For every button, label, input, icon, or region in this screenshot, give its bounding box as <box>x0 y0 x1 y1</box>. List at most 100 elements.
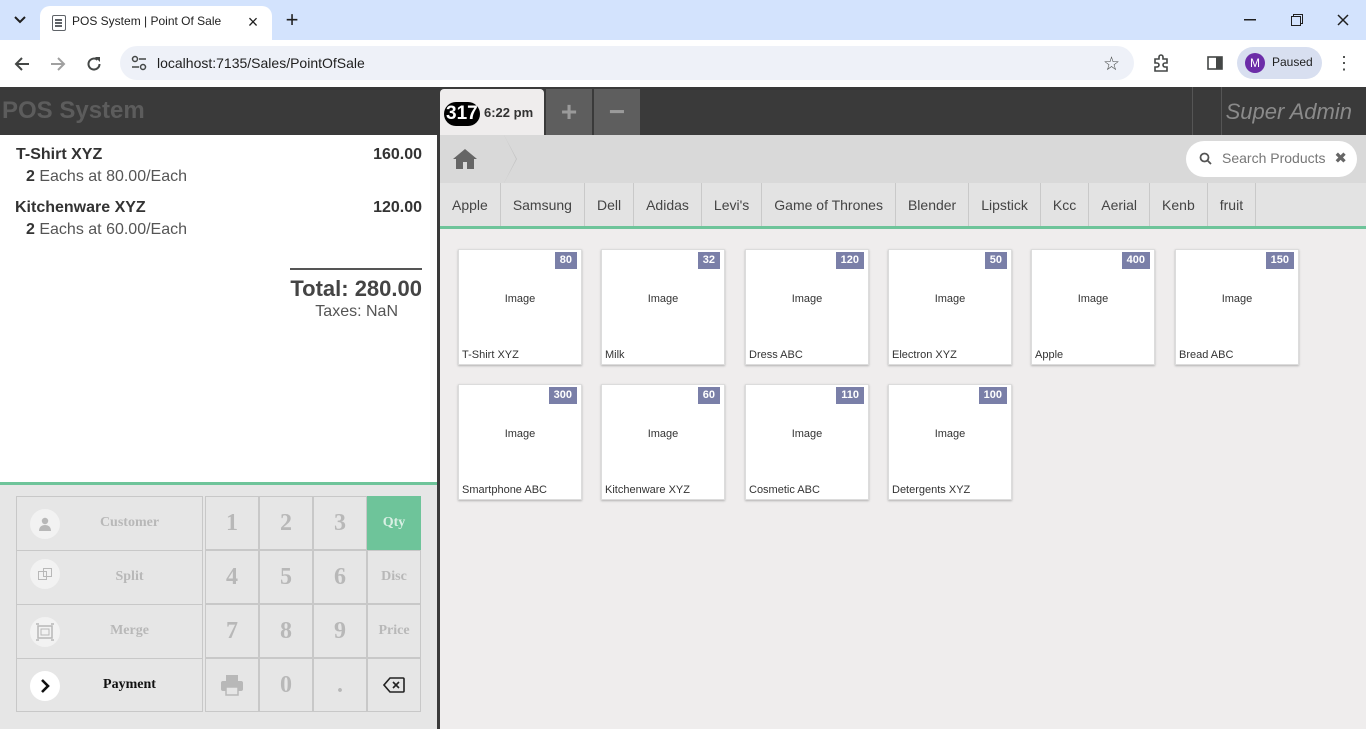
key-9[interactable]: 9 <box>313 604 367 658</box>
product-card[interactable]: 120 Image Dress ABC <box>745 249 869 365</box>
category-item[interactable]: Apple <box>440 183 501 226</box>
window-close-icon[interactable] <box>1323 6 1363 34</box>
category-item[interactable]: Adidas <box>634 183 702 226</box>
user-icon <box>30 509 60 539</box>
remove-order-button[interactable]: − <box>594 89 640 135</box>
category-item[interactable]: Samsung <box>501 183 585 226</box>
page-favicon-icon <box>52 15 66 31</box>
customer-button[interactable]: Customer <box>17 497 202 551</box>
split-button[interactable]: Split <box>17 551 202 605</box>
key-6[interactable]: 6 <box>313 550 367 604</box>
browser-tab[interactable]: POS System | Point Of Sale × <box>40 6 272 40</box>
reload-icon[interactable] <box>80 50 108 78</box>
key-3[interactable]: 3 <box>313 496 367 550</box>
category-item[interactable]: Kcc <box>1041 183 1090 226</box>
brand-name: POS System <box>2 97 145 124</box>
payment-label: Payment <box>103 677 156 692</box>
product-name: Milk <box>605 349 625 361</box>
category-item[interactable]: Aerial <box>1089 183 1151 226</box>
key-5[interactable]: 5 <box>259 550 313 604</box>
profile-button[interactable]: M Paused <box>1237 47 1322 79</box>
side-panel-icon[interactable] <box>1202 50 1228 76</box>
product-image-placeholder: Image <box>647 428 679 440</box>
line-qty-info: 2 Eachs at 60.00/Each <box>26 221 187 239</box>
product-card[interactable]: 80 Image T-Shirt XYZ <box>458 249 582 365</box>
minimize-icon[interactable] <box>1230 6 1270 34</box>
product-card[interactable]: 150 Image Bread ABC <box>1175 249 1299 365</box>
line-unit-info: Eachs at 80.00/Each <box>39 168 188 185</box>
category-item[interactable]: Lipstick <box>969 183 1041 226</box>
merge-frame-icon <box>30 617 60 647</box>
category-item[interactable]: Kenb <box>1150 183 1208 226</box>
key-4[interactable]: 4 <box>205 550 259 604</box>
bookmark-star-icon[interactable]: ☆ <box>1103 53 1120 76</box>
line-price: 120.00 <box>373 199 422 216</box>
disc-mode-button[interactable]: Disc <box>367 550 421 604</box>
clear-search-icon[interactable]: ✖ <box>1334 149 1347 167</box>
category-item[interactable]: Dell <box>585 183 635 226</box>
line-qty: 2 <box>26 168 35 185</box>
product-name: Smartphone ABC <box>462 484 547 496</box>
backspace-button[interactable] <box>367 658 421 712</box>
print-button[interactable] <box>205 658 259 712</box>
avatar: M <box>1245 53 1265 73</box>
home-breadcrumb[interactable] <box>440 135 517 183</box>
restore-icon[interactable] <box>1277 6 1317 34</box>
new-tab-plus-icon[interactable]: + <box>280 7 304 32</box>
category-item[interactable]: Blender <box>896 183 970 226</box>
split-label: Split <box>115 569 144 584</box>
key-2[interactable]: 2 <box>259 496 313 550</box>
key-decimal[interactable]: . <box>313 658 367 712</box>
order-taxes: Taxes: NaN <box>315 303 398 320</box>
qty-mode-button[interactable]: Qty <box>367 496 421 550</box>
search-input[interactable] <box>1222 150 1332 166</box>
product-name: Detergents XYZ <box>892 484 971 496</box>
extensions-puzzle-icon[interactable] <box>1148 50 1174 76</box>
product-card[interactable]: 110 Image Cosmetic ABC <box>745 384 869 500</box>
key-0[interactable]: 0 <box>259 658 313 712</box>
product-card[interactable]: 300 Image Smartphone ABC <box>458 384 582 500</box>
browser-menu-kebab-icon[interactable]: ⋮ <box>1332 50 1356 76</box>
product-card[interactable]: 100 Image Detergents XYZ <box>888 384 1012 500</box>
product-price-badge: 50 <box>984 252 1007 269</box>
line-price: 160.00 <box>373 146 422 163</box>
order-total: Total: 280.00 <box>290 276 422 301</box>
split-copy-icon <box>30 559 60 589</box>
back-arrow-icon[interactable] <box>8 50 36 78</box>
forward-arrow-icon[interactable] <box>44 50 72 78</box>
tab-search-chevron-icon[interactable] <box>8 8 32 32</box>
product-panel: 317 6:22 pm + − Super Admin ✖ Apple Sams… <box>440 87 1366 729</box>
product-image-placeholder: Image <box>1077 293 1109 305</box>
product-card[interactable]: 400 Image Apple <box>1031 249 1155 365</box>
product-image-placeholder: Image <box>934 428 966 440</box>
product-image-placeholder: Image <box>647 293 679 305</box>
order-lines: T-Shirt XYZ 160.00 2 Eachs at 80.00/Each… <box>0 135 438 483</box>
price-mode-button[interactable]: Price <box>367 604 421 658</box>
control-pad: Customer Split Merge Payment 1 2 3 Qty 4… <box>0 482 438 729</box>
category-item[interactable]: fruit <box>1208 183 1257 226</box>
product-card[interactable]: 32 Image Milk <box>601 249 725 365</box>
user-name[interactable]: Super Admin <box>1226 99 1352 125</box>
category-item[interactable]: Game of Thrones <box>762 183 896 226</box>
add-order-button[interactable]: + <box>546 89 592 135</box>
payment-button[interactable]: Payment <box>17 659 202 713</box>
key-7[interactable]: 7 <box>205 604 259 658</box>
product-card[interactable]: 50 Image Electron XYZ <box>888 249 1012 365</box>
site-info-icon[interactable] <box>130 54 148 72</box>
url-text[interactable]: localhost:7135/Sales/PointOfSale <box>157 55 365 71</box>
address-bar[interactable]: localhost:7135/Sales/PointOfSale ☆ <box>120 46 1134 80</box>
order-summary: Total: 280.00 Taxes: NaN <box>290 268 422 320</box>
product-card[interactable]: 60 Image Kitchenware XYZ <box>601 384 725 500</box>
product-image-placeholder: Image <box>504 293 536 305</box>
browser-tabstrip: POS System | Point Of Sale × + <box>0 0 1366 40</box>
backspace-icon <box>383 677 405 693</box>
order-tab[interactable]: 317 6:22 pm <box>440 89 544 135</box>
key-1[interactable]: 1 <box>205 496 259 550</box>
tab-close-icon[interactable]: × <box>242 11 264 33</box>
key-8[interactable]: 8 <box>259 604 313 658</box>
printer-icon <box>221 675 243 696</box>
product-name: Bread ABC <box>1179 349 1234 361</box>
category-item[interactable]: Levi's <box>702 183 763 226</box>
merge-button[interactable]: Merge <box>17 605 202 659</box>
search-box: ✖ <box>1186 141 1357 177</box>
